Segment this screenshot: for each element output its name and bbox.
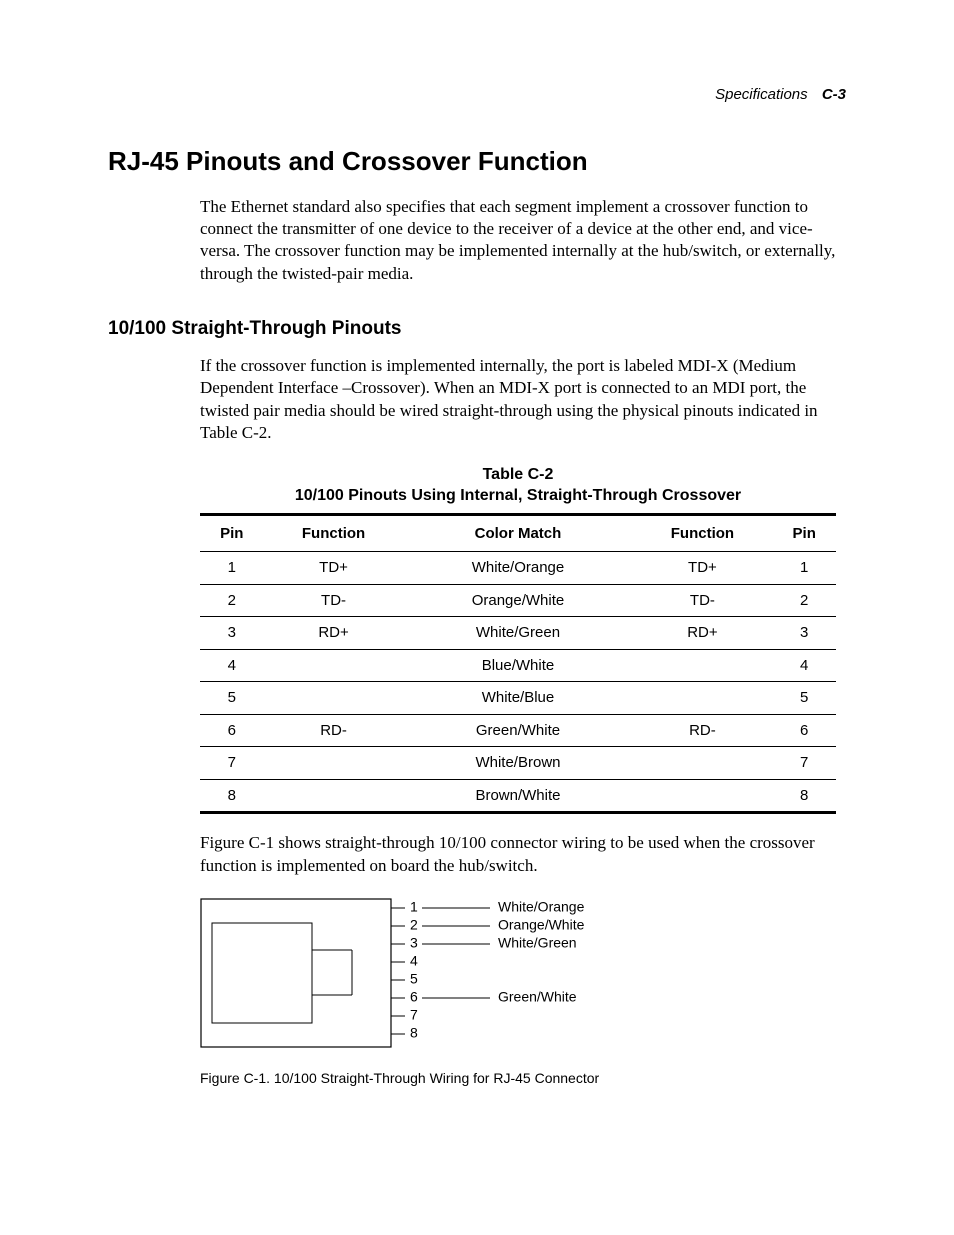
cell-pin-r: 8	[772, 779, 836, 813]
cell-fn-l	[264, 682, 404, 715]
cell-fn-r: TD+	[632, 552, 772, 585]
table-title: 10/100 Pinouts Using Internal, Straight-…	[200, 485, 836, 507]
heading-1: RJ-45 Pinouts and Crossover Function	[108, 145, 846, 179]
cell-fn-r	[632, 649, 772, 682]
cell-color: Brown/White	[404, 779, 633, 813]
para-3: Figure C-1 shows straight-through 10/100…	[200, 832, 836, 876]
cell-pin-l: 1	[200, 552, 264, 585]
table-row: 7 White/Brown 7	[200, 747, 836, 780]
cell-color: Green/White	[404, 714, 633, 747]
table-row: 6 RD- Green/White RD- 6	[200, 714, 836, 747]
pin-num-2: 2	[410, 916, 418, 932]
pin-num-7: 7	[410, 1006, 418, 1022]
subsection-paragraph: If the crossover function is implemented…	[200, 355, 836, 443]
cell-pin-r: 5	[772, 682, 836, 715]
pin-num-6: 6	[410, 988, 418, 1004]
table-header-row: Pin Function Color Match Function Pin	[200, 514, 836, 552]
pin-num-1: 1	[410, 898, 418, 914]
heading-2: 10/100 Straight-Through Pinouts	[108, 317, 846, 342]
th-pin-left: Pin	[200, 514, 264, 552]
cell-color: White/Blue	[404, 682, 633, 715]
table-row: 5 White/Blue 5	[200, 682, 836, 715]
cell-pin-l: 4	[200, 649, 264, 682]
cell-fn-r	[632, 779, 772, 813]
cell-fn-r: RD-	[632, 714, 772, 747]
table-row: 4 Blue/White 4	[200, 649, 836, 682]
pin-label-3: White/Green	[498, 934, 577, 950]
pinout-table: Pin Function Color Match Function Pin 1 …	[200, 513, 836, 815]
cell-fn-l: RD+	[264, 617, 404, 650]
cell-pin-l: 7	[200, 747, 264, 780]
table-row: 3 RD+ White/Green RD+ 3	[200, 617, 836, 650]
cell-color: White/Brown	[404, 747, 633, 780]
cell-color: White/Orange	[404, 552, 633, 585]
table-row: 8 Brown/White 8	[200, 779, 836, 813]
pin-label-6: Green/White	[498, 988, 577, 1004]
header-section: Specifications	[715, 86, 808, 103]
para-1: The Ethernet standard also specifies tha…	[200, 196, 836, 284]
table-row: 2 TD- Orange/White TD- 2	[200, 584, 836, 617]
th-pin-right: Pin	[772, 514, 836, 552]
cell-fn-r: TD-	[632, 584, 772, 617]
table-row: 1 TD+ White/Orange TD+ 1	[200, 552, 836, 585]
cell-fn-r: RD+	[632, 617, 772, 650]
cell-fn-r	[632, 682, 772, 715]
pin-num-8: 8	[410, 1024, 418, 1040]
th-color: Color Match	[404, 514, 633, 552]
cell-fn-l: RD-	[264, 714, 404, 747]
cell-color: Orange/White	[404, 584, 633, 617]
pin-label-1: White/Orange	[498, 898, 585, 914]
cell-pin-r: 2	[772, 584, 836, 617]
cell-pin-l: 5	[200, 682, 264, 715]
th-fn-left: Function	[264, 514, 404, 552]
th-fn-right: Function	[632, 514, 772, 552]
cell-fn-l	[264, 649, 404, 682]
table-number: Table C-2	[200, 464, 836, 486]
cell-color: Blue/White	[404, 649, 633, 682]
intro-paragraph: The Ethernet standard also specifies tha…	[200, 196, 836, 284]
figure-caption: Figure C-1. 10/100 Straight-Through Wiri…	[200, 1069, 846, 1087]
cell-fn-l	[264, 779, 404, 813]
cell-fn-l: TD+	[264, 552, 404, 585]
cell-pin-l: 3	[200, 617, 264, 650]
cell-pin-r: 1	[772, 552, 836, 585]
cell-pin-r: 7	[772, 747, 836, 780]
cell-pin-r: 6	[772, 714, 836, 747]
cell-pin-l: 6	[200, 714, 264, 747]
running-header: Specifications C-3	[108, 85, 846, 105]
cell-color: White/Green	[404, 617, 633, 650]
pin-num-5: 5	[410, 970, 418, 986]
para-2: If the crossover function is implemented…	[200, 355, 836, 443]
cell-fn-l	[264, 747, 404, 780]
cell-pin-r: 3	[772, 617, 836, 650]
table-c2: Table C-2 10/100 Pinouts Using Internal,…	[200, 464, 836, 815]
cell-pin-r: 4	[772, 649, 836, 682]
header-page: C-3	[822, 86, 846, 103]
pin-num-4: 4	[410, 952, 418, 968]
pin-num-3: 3	[410, 934, 418, 950]
cell-fn-l: TD-	[264, 584, 404, 617]
cell-pin-l: 2	[200, 584, 264, 617]
page: Specifications C-3 RJ-45 Pinouts and Cro…	[0, 0, 954, 1235]
connector-diagram: 1 2 3 4 5 6 7 8 White/Orange Orange/Whit…	[200, 895, 640, 1055]
pin-label-2: Orange/White	[498, 916, 585, 932]
figure-lead-paragraph: Figure C-1 shows straight-through 10/100…	[200, 832, 836, 876]
cell-fn-r	[632, 747, 772, 780]
figure-c1: 1 2 3 4 5 6 7 8 White/Orange Orange/Whit…	[200, 895, 846, 1087]
cell-pin-l: 8	[200, 779, 264, 813]
